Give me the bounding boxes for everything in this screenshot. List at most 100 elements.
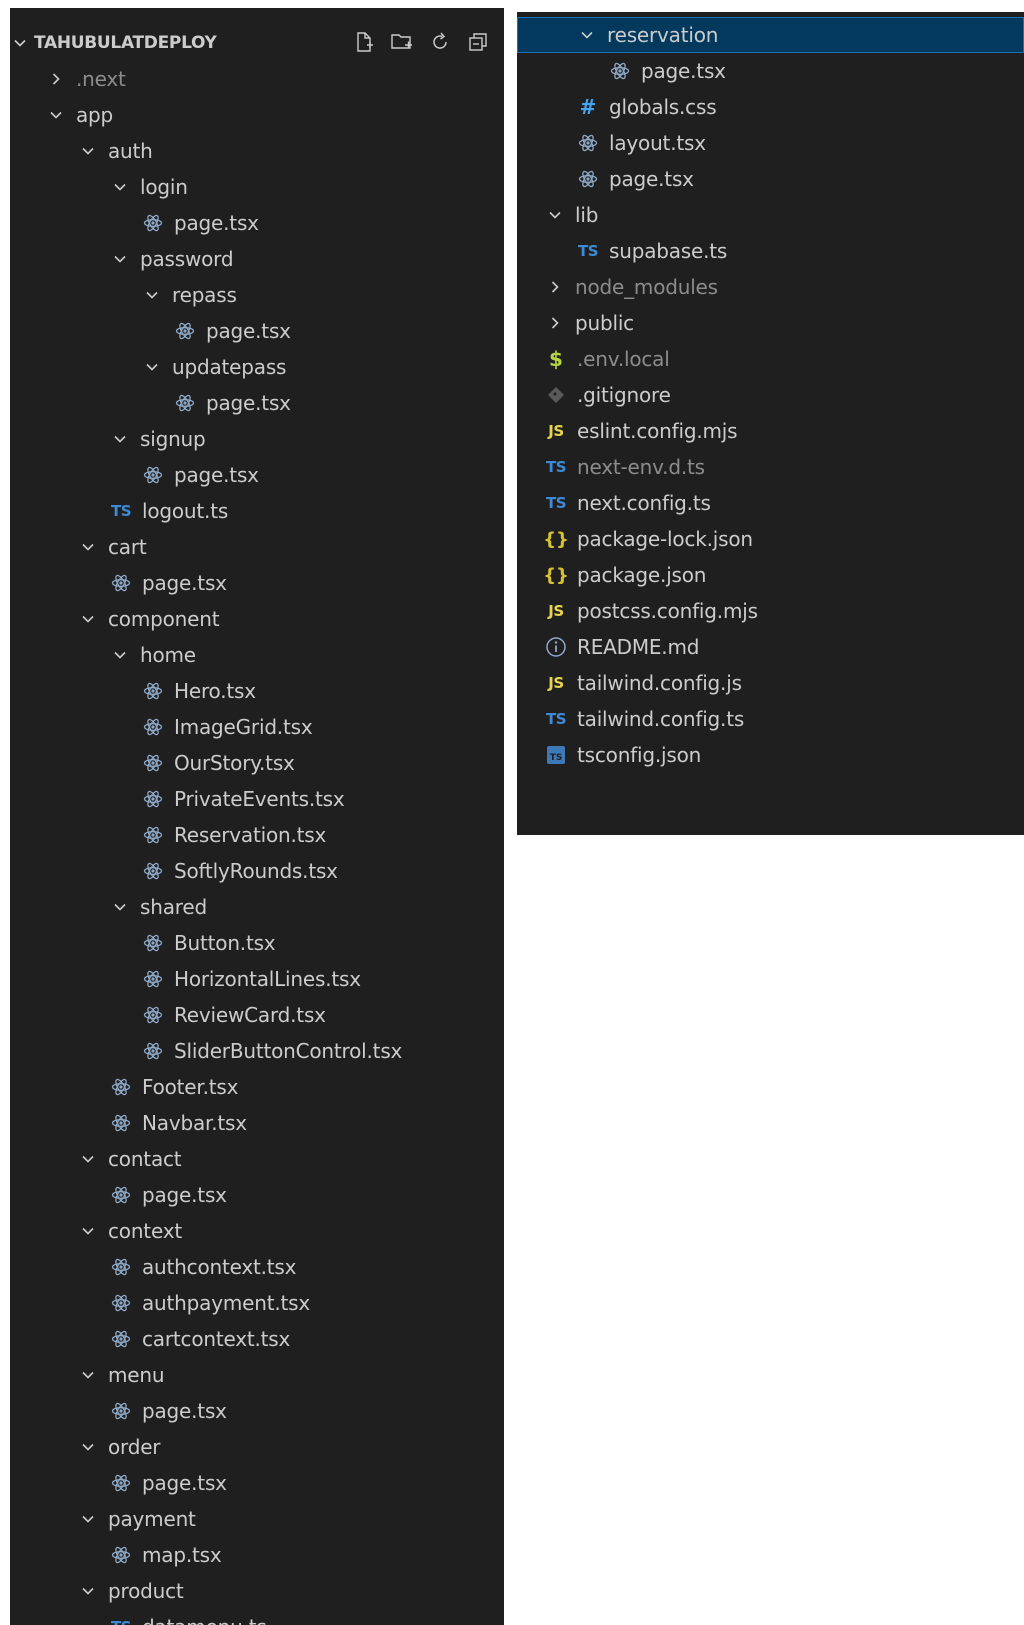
folder-item-login[interactable]: login xyxy=(10,169,504,205)
tree-item-label: cartcontext.tsx xyxy=(142,1327,291,1351)
file-item-navbar-tsx[interactable]: Navbar.tsx xyxy=(10,1105,504,1141)
env-dollar-icon: $ xyxy=(549,347,563,371)
file-item-button-tsx[interactable]: Button.tsx xyxy=(10,925,504,961)
file-item-logout-ts[interactable]: TS logout.ts xyxy=(10,493,504,529)
file-item-postcss-config-mjs[interactable]: JS postcss.config.mjs xyxy=(517,593,1024,629)
file-item-page-tsx[interactable]: page.tsx xyxy=(10,385,504,421)
file-item-page-tsx[interactable]: page.tsx xyxy=(10,313,504,349)
file-item-tailwind-config-ts[interactable]: TS tailwind.config.ts xyxy=(517,701,1024,737)
file-item-datamenu-ts[interactable]: TS datamenu.ts xyxy=(10,1609,504,1625)
tree-item-label: shared xyxy=(140,895,207,919)
folder-item-context[interactable]: context xyxy=(10,1213,504,1249)
file-item-next-config-ts[interactable]: TS next.config.ts xyxy=(517,485,1024,521)
new-file-icon[interactable] xyxy=(352,30,376,54)
file-item-eslint-config-mjs[interactable]: JS eslint.config.mjs xyxy=(517,413,1024,449)
file-item-gitignore[interactable]: .gitignore xyxy=(517,377,1024,413)
file-item-tsconfig-json[interactable]: TS tsconfig.json xyxy=(517,737,1024,773)
folder-item-password[interactable]: password xyxy=(10,241,504,277)
file-item-page-tsx[interactable]: page.tsx xyxy=(517,53,1024,89)
tree-item-label: app xyxy=(76,103,114,127)
tree-item-label: page.tsx xyxy=(142,1399,227,1423)
tree-item-label: page.tsx xyxy=(142,1183,227,1207)
file-item-globals-css[interactable]: # globals.css xyxy=(517,89,1024,125)
file-item-page-tsx[interactable]: page.tsx xyxy=(10,1465,504,1501)
tree-item-label: component xyxy=(108,607,220,631)
tree-item-label: SoftlyRounds.tsx xyxy=(174,859,338,883)
folder-item-reservation[interactable]: reservation xyxy=(517,17,1024,53)
folder-item-order[interactable]: order xyxy=(10,1429,504,1465)
tree-item-label: page.tsx xyxy=(142,1471,227,1495)
folder-item-shared[interactable]: shared xyxy=(10,889,504,925)
tree-item-label: postcss.config.mjs xyxy=(577,599,758,623)
folder-item-component[interactable]: component xyxy=(10,601,504,637)
javascript-icon: JS xyxy=(548,674,564,692)
collapse-all-icon[interactable] xyxy=(466,30,490,54)
file-item-horizontallines-tsx[interactable]: HorizontalLines.tsx xyxy=(10,961,504,997)
file-item-page-tsx[interactable]: page.tsx xyxy=(10,205,504,241)
file-item-next-env-d-ts[interactable]: TS next-env.d.ts xyxy=(517,449,1024,485)
folder-item-updatepass[interactable]: updatepass xyxy=(10,349,504,385)
file-item-tailwind-config-js[interactable]: JS tailwind.config.js xyxy=(517,665,1024,701)
react-icon xyxy=(577,168,599,190)
react-icon xyxy=(142,824,164,846)
file-item-readme-md[interactable]: README.md xyxy=(517,629,1024,665)
folder-item-cart[interactable]: cart xyxy=(10,529,504,565)
file-item-reviewcard-tsx[interactable]: ReviewCard.tsx xyxy=(10,997,504,1033)
explorer-header[interactable]: TAHUBULATDEPLOY xyxy=(10,24,504,62)
file-item-map-tsx[interactable]: map.tsx xyxy=(10,1537,504,1573)
tree-item-label: menu xyxy=(108,1363,165,1387)
file-item-layout-tsx[interactable]: layout.tsx xyxy=(517,125,1024,161)
file-item-authcontext-tsx[interactable]: authcontext.tsx xyxy=(10,1249,504,1285)
info-icon xyxy=(545,636,567,658)
tree-item-label: product xyxy=(108,1579,184,1603)
file-item-cartcontext-tsx[interactable]: cartcontext.tsx xyxy=(10,1321,504,1357)
file-item-sliderbuttoncontrol-tsx[interactable]: SliderButtonControl.tsx xyxy=(10,1033,504,1069)
tree-item-label: repass xyxy=(172,283,237,307)
git-icon xyxy=(545,384,567,406)
file-item-hero-tsx[interactable]: Hero.tsx xyxy=(10,673,504,709)
folder-item-contact[interactable]: contact xyxy=(10,1141,504,1177)
file-item-ourstory-tsx[interactable]: OurStory.tsx xyxy=(10,745,504,781)
folder-item-signup[interactable]: signup xyxy=(10,421,504,457)
chevron-down-icon[interactable] xyxy=(12,35,28,55)
file-item-page-tsx[interactable]: page.tsx xyxy=(10,457,504,493)
tree-item-label: page.tsx xyxy=(174,211,259,235)
file-item-env-local[interactable]: $ .env.local xyxy=(517,341,1024,377)
tsconfig-icon: TS xyxy=(545,744,567,766)
folder-item-product[interactable]: product xyxy=(10,1573,504,1609)
file-item-page-tsx[interactable]: page.tsx xyxy=(517,161,1024,197)
javascript-icon: JS xyxy=(548,602,564,620)
file-item-footer-tsx[interactable]: Footer.tsx xyxy=(10,1069,504,1105)
chevron-down-icon xyxy=(110,645,130,665)
file-item-supabase-ts[interactable]: TS supabase.ts xyxy=(517,233,1024,269)
file-item-reservation-tsx[interactable]: Reservation.tsx xyxy=(10,817,504,853)
tree-item-label: lib xyxy=(575,203,599,227)
new-folder-icon[interactable] xyxy=(390,30,414,54)
folder-item-lib[interactable]: lib xyxy=(517,197,1024,233)
file-item-package-json[interactable]: {} package.json xyxy=(517,557,1024,593)
folder-item-app[interactable]: app xyxy=(10,97,504,133)
folder-item-auth[interactable]: auth xyxy=(10,133,504,169)
react-icon xyxy=(110,1292,132,1314)
file-item-authpayment-tsx[interactable]: authpayment.tsx xyxy=(10,1285,504,1321)
refresh-icon[interactable] xyxy=(428,30,452,54)
file-item-imagegrid-tsx[interactable]: ImageGrid.tsx xyxy=(10,709,504,745)
tree-item-label: README.md xyxy=(577,635,700,659)
file-item-privateevents-tsx[interactable]: PrivateEvents.tsx xyxy=(10,781,504,817)
file-item-package-lock-json[interactable]: {} package-lock.json xyxy=(517,521,1024,557)
typescript-icon: TS xyxy=(577,242,599,260)
file-item-page-tsx[interactable]: page.tsx xyxy=(10,565,504,601)
folder-item-menu[interactable]: menu xyxy=(10,1357,504,1393)
file-item-softlyrounds-tsx[interactable]: SoftlyRounds.tsx xyxy=(10,853,504,889)
file-item-page-tsx[interactable]: page.tsx xyxy=(10,1393,504,1429)
tree-item-label: SliderButtonControl.tsx xyxy=(174,1039,403,1063)
folder-item-repass[interactable]: repass xyxy=(10,277,504,313)
folder-item-home[interactable]: home xyxy=(10,637,504,673)
tree-item-label: page.tsx xyxy=(142,571,227,595)
folder-item-next[interactable]: .next xyxy=(10,61,504,97)
folder-item-payment[interactable]: payment xyxy=(10,1501,504,1537)
folder-item-public[interactable]: public xyxy=(517,305,1024,341)
file-item-page-tsx[interactable]: page.tsx xyxy=(10,1177,504,1213)
folder-item-node-modules[interactable]: node_modules xyxy=(517,269,1024,305)
react-icon xyxy=(142,1004,164,1026)
